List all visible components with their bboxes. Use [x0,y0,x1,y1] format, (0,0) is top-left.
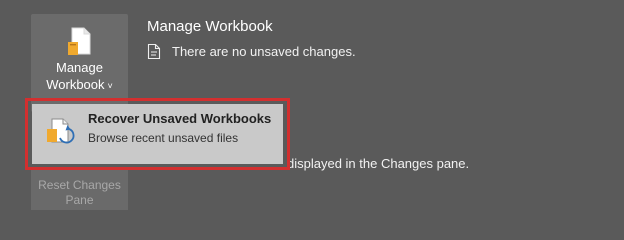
document-icon [147,43,161,65]
reset-label-line1: Reset Changes [38,178,121,192]
status-text: There are no unsaved changes. [172,44,356,59]
chevron-down-icon: ˅ [107,81,113,91]
workbook-document-icon [64,26,94,63]
reset-changes-pane-button[interactable]: Reset Changes Pane [31,170,128,210]
manage-label-line2: Workbook ˅ [46,77,113,92]
section-title: Manage Workbook [147,18,273,35]
reset-label-line2: Pane [65,193,94,207]
highlight-outline [25,98,290,170]
changes-pane-text: displayed in the Changes pane. [287,156,470,171]
manage-label-line1: Manage [56,60,103,75]
